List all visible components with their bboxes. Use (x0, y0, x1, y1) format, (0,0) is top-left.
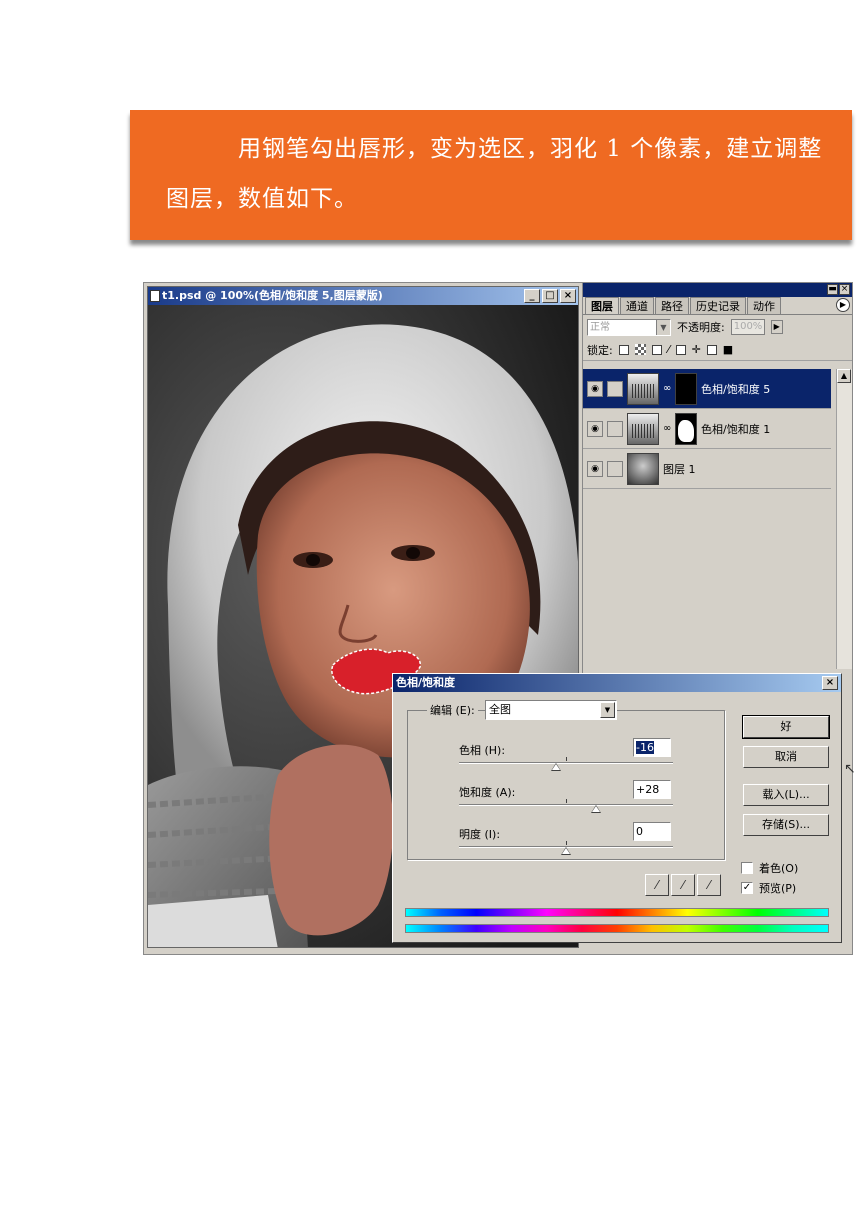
save-button[interactable]: 存储(S)... (743, 814, 829, 836)
dialog-title: 色相/饱和度 (396, 676, 456, 689)
hue-label: 色相 (H): (459, 744, 506, 757)
layers-list: ◉ ∞ 色相/饱和度 5 ◉ ∞ 色相/饱和度 1 ◉ 图层 1 (583, 369, 831, 489)
saturation-slider-track[interactable] (459, 804, 673, 806)
lock-label: 锁定: (587, 343, 613, 357)
lightness-label: 明度 (I): (459, 828, 501, 841)
edit-select[interactable]: 全图 ▼ (485, 700, 617, 720)
blend-mode-value: 正常 (590, 321, 610, 333)
hue-value: -16 (636, 741, 654, 754)
eyedropper-icon[interactable]: ⁄ (645, 874, 669, 896)
tab-actions[interactable]: 动作 (747, 297, 781, 314)
hue-slider-track[interactable] (459, 762, 673, 764)
layer-mask-thumbnail[interactable] (675, 412, 697, 445)
chevron-down-icon: ▼ (656, 319, 670, 335)
scroll-up-icon[interactable]: ▲ (837, 369, 851, 383)
saturation-label: 饱和度 (A): (459, 786, 516, 799)
layer-row[interactable]: ◉ ∞ 色相/饱和度 1 (583, 409, 831, 449)
output-hue-bar (405, 924, 829, 933)
hue-saturation-dialog: 色相/饱和度 × 编辑 (E): 全图 ▼ 色相 (H): -16 饱和度 (A… (392, 673, 842, 943)
cancel-button[interactable]: 取消 (743, 746, 829, 768)
eyedropper-minus-icon[interactable]: ⁄ (697, 874, 721, 896)
dialog-close-button[interactable]: × (822, 676, 838, 690)
lock-all-checkbox[interactable] (706, 344, 717, 355)
chevron-down-icon: ▼ (600, 702, 615, 718)
layer-row[interactable]: ◉ 图层 1 (583, 449, 831, 489)
eye-icon[interactable]: ◉ (587, 460, 603, 477)
preview-label: 预览(P) (759, 882, 797, 895)
move-icon: ✛ (691, 343, 701, 356)
tab-paths[interactable]: 路径 (655, 297, 689, 314)
adjustment-thumbnail (627, 412, 659, 445)
load-button[interactable]: 载入(L)... (743, 784, 829, 806)
panel-titlebar[interactable]: ▬ × (583, 283, 852, 297)
blend-mode-select[interactable]: 正常 ▼ (587, 318, 671, 336)
lightness-center-tick (566, 841, 567, 845)
transparency-icon (634, 344, 646, 355)
dialog-titlebar[interactable]: 色相/饱和度 × (393, 674, 841, 692)
preview-checkbox[interactable]: ✓ (741, 882, 753, 894)
colorize-checkbox-row[interactable]: 着色(O) (741, 860, 798, 876)
close-button[interactable]: × (560, 289, 576, 303)
image-window-titlebar[interactable]: t1.psd @ 100%(色相/饱和度 5,图层蒙版) _ □ × (148, 287, 578, 305)
panel-menu-icon[interactable]: ▶ (836, 298, 850, 312)
tab-layers[interactable]: 图层 (585, 297, 619, 314)
layer-row[interactable]: ◉ ∞ 色相/饱和度 5 (583, 369, 831, 409)
chain-link-icon[interactable]: ∞ (663, 423, 671, 434)
layer-mask-thumbnail[interactable] (675, 372, 697, 405)
instruction-text: 用钢笔勾出唇形，变为选区，羽化 1 个像素，建立调整图层，数值如下。 (166, 136, 823, 212)
lightness-input[interactable]: 0 (633, 822, 671, 841)
colorize-checkbox[interactable] (741, 862, 753, 874)
saturation-input[interactable]: +28 (633, 780, 671, 799)
input-hue-bar (405, 908, 829, 917)
eye-icon[interactable]: ◉ (587, 420, 603, 437)
panel-close-button[interactable]: × (839, 284, 850, 295)
image-window-title: t1.psd @ 100%(色相/饱和度 5,图层蒙版) (162, 289, 383, 302)
hue-center-tick (566, 757, 567, 761)
preview-checkbox-row[interactable]: ✓ 预览(P) (741, 880, 796, 896)
tab-history[interactable]: 历史记录 (690, 297, 746, 314)
eyedropper-tools: ⁄ ⁄ ⁄ (645, 874, 721, 896)
brush-link-icon[interactable] (607, 380, 623, 397)
opacity-input[interactable]: 100% (730, 319, 765, 335)
hue-input[interactable]: -16 (633, 738, 671, 757)
ok-button[interactable]: 好 (742, 715, 830, 739)
brush-link-icon[interactable] (607, 460, 623, 477)
adjustment-group (407, 710, 725, 860)
tab-channels[interactable]: 通道 (620, 297, 654, 314)
minimize-button[interactable]: _ (524, 289, 540, 303)
eye-icon[interactable]: ◉ (587, 380, 603, 397)
layer-name: 色相/饱和度 5 (701, 382, 771, 396)
panel-minimize-button[interactable]: ▬ (827, 284, 838, 295)
edit-label: 编辑 (E): (427, 702, 478, 718)
opacity-slider-button[interactable]: ▶ (770, 320, 783, 334)
layers-panel: ▬ × 图层 通道 路径 历史记录 动作 ▶ 正常 ▼ 不透明度: 100% ▶… (582, 283, 852, 673)
image-layer-thumbnail (627, 452, 659, 485)
instruction-banner: 用钢笔勾出唇形，变为选区，羽化 1 个像素，建立调整图层，数值如下。 (130, 110, 852, 240)
mouse-cursor-icon: ↖ (844, 761, 856, 777)
adjustment-thumbnail (627, 372, 659, 405)
brush-icon: ⁄ (667, 343, 670, 356)
saturation-center-tick (566, 799, 567, 803)
hue-slider-handle[interactable] (551, 763, 562, 771)
eyedropper-plus-icon[interactable]: ⁄ (671, 874, 695, 896)
layer-name: 色相/饱和度 1 (701, 422, 771, 436)
brush-link-icon[interactable] (607, 420, 623, 437)
lock-transparency-checkbox[interactable] (618, 344, 629, 355)
edit-select-value: 全图 (489, 703, 511, 716)
colorize-label: 着色(O) (759, 862, 799, 875)
maximize-button[interactable]: □ (542, 289, 558, 303)
layer-name: 图层 1 (663, 462, 696, 476)
lock-image-checkbox[interactable] (651, 344, 662, 355)
saturation-slider-handle[interactable] (590, 805, 601, 813)
document-icon (150, 290, 160, 302)
opacity-label: 不透明度: (677, 321, 725, 334)
chain-link-icon[interactable]: ∞ (663, 383, 671, 394)
lock-position-checkbox[interactable] (675, 344, 686, 355)
lightness-slider-handle[interactable] (561, 847, 571, 855)
photoshop-screenshot: t1.psd @ 100%(色相/饱和度 5,图层蒙版) _ □ × ▬ × 图… (143, 282, 856, 955)
panel-tabs: 图层 通道 路径 历史记录 动作 ▶ (583, 297, 852, 315)
lock-icon: ■ (722, 343, 734, 356)
layers-scrollbar[interactable]: ▲ (836, 369, 852, 669)
